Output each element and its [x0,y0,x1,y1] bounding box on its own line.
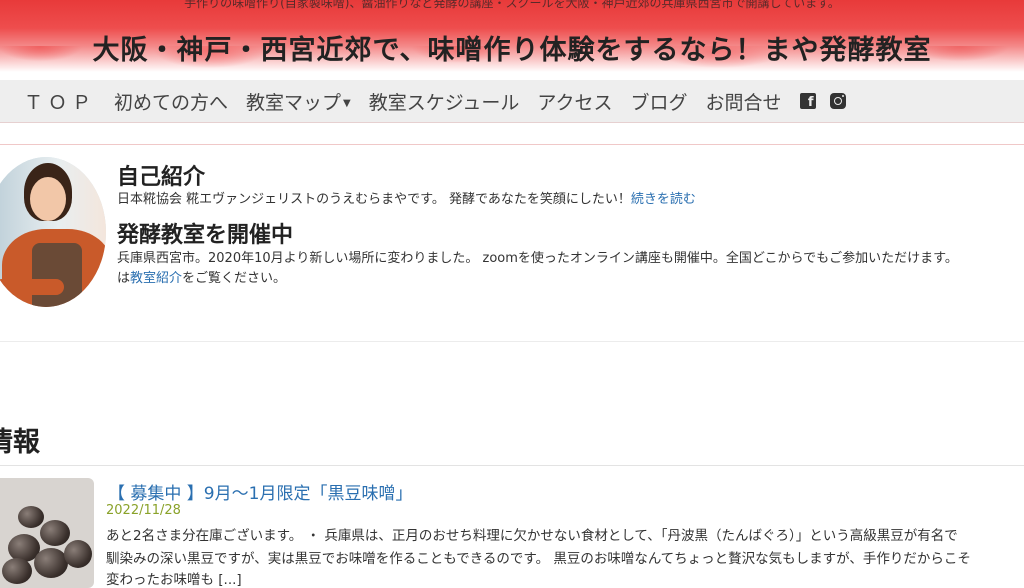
site-tagline: 手作りの味噌作り(自家製味噌)、醤油作りなど発酵の講座・スクールを大阪・神戸近郊… [184,0,840,10]
profile-avatar [0,157,106,307]
instagram-icon[interactable] [829,93,846,109]
facebook-icon[interactable]: f [799,93,816,109]
news-item-date: 2022/11/28 [106,503,181,518]
profile-section: 自己紹介 日本糀協会 糀エヴァンジェリストのうえむらまやです。 発酵であなたを笑… [0,144,1024,342]
nav-item-blog[interactable]: ブログ [630,88,687,115]
class-text-line2: は教室紹介をご覧ください。 [117,267,286,286]
nav-item-schedule[interactable]: 教室スケジュール [369,88,520,115]
profile-intro: 日本糀協会 糀エヴァンジェリストのうえむらまやです。 発酵であなたを笑顔にしたい… [117,188,696,207]
news-item-title[interactable]: 【 募集中 】9月～1月限定「黒豆味噌」 [108,479,412,504]
caret-down-icon: ▼ [343,97,351,109]
news-excerpt-line1: あと2名さま分在庫ございます。 ・ 兵庫県は、正月のおせち料理に欠かせない食材と… [106,528,958,544]
read-more-link[interactable]: 続きを読む [631,192,696,207]
news-thumbnail[interactable] [0,478,94,588]
news-divider [0,465,1024,466]
class-text-prefix: は [117,271,131,286]
main-nav: ＴＯＰ 初めての方へ 教室マップ ▼ 教室スケジュール アクセス ブログ お問合せ… [0,80,1024,123]
site-title[interactable]: 大阪・神戸・西宮近郊で、味噌作り体験をするなら！まや発酵教室 [0,28,1024,67]
class-intro-link[interactable]: 教室紹介 [130,271,182,286]
class-text-suffix: をご覧ください。 [182,271,287,286]
class-heading: 発酵教室を開催中 [117,223,294,248]
class-text-line1: 兵庫県西宮市。2020年10月より新しい場所に変わりました。 zoomを使ったオ… [117,251,958,266]
nav-item-top[interactable]: ＴＯＰ [24,88,96,115]
news-section-title: 情報 [0,427,40,458]
nav-item-access[interactable]: アクセス [537,88,612,115]
news-excerpt-line2: 馴染みの深い黒豆ですが、実は黒豆でお味噌を作ることもできるのです。 黒豆のお味噌… [106,551,971,567]
profile-heading: 自己紹介 [117,165,206,190]
profile-intro-text: 日本糀協会 糀エヴァンジェリストのうえむらまやです。 発酵であなたを笑顔にしたい… [117,192,631,207]
news-excerpt-line3: 変わったお味噌も [...] [106,572,242,588]
nav-item-class-map[interactable]: 教室マップ ▼ [246,88,351,115]
nav-item-beginners[interactable]: 初めての方へ [114,88,228,115]
nav-item-class-map-label: 教室マップ [246,91,342,114]
nav-item-contact[interactable]: お問合せ [706,88,782,115]
